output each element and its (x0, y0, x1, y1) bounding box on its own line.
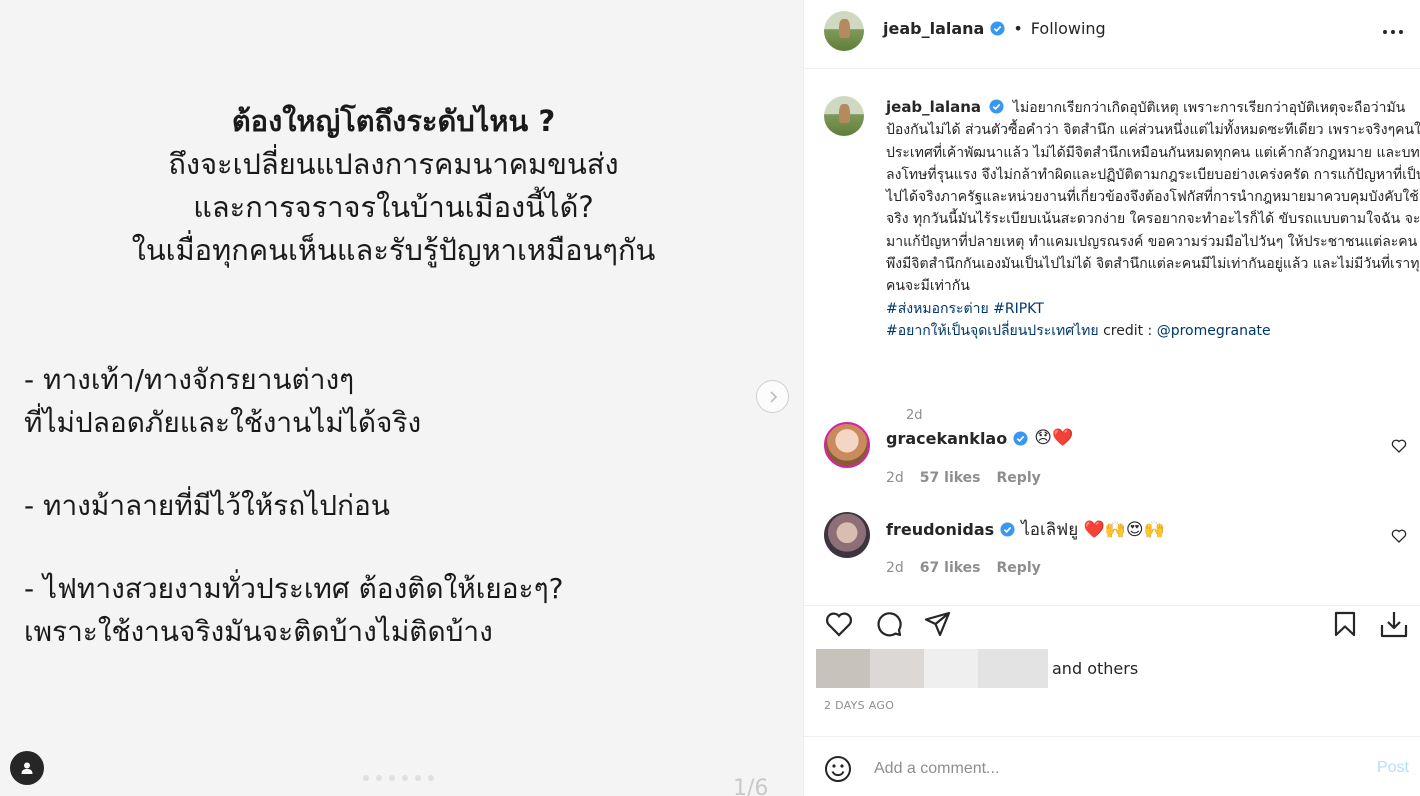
likes-others[interactable]: and others (1052, 659, 1138, 678)
comment-likes[interactable]: 67 likes (920, 560, 981, 576)
hashtag-link[interactable]: #ส่งหมอกระต่าย (886, 301, 989, 317)
avatar[interactable] (824, 422, 870, 468)
credit-mention-link[interactable]: @promegranate (1157, 323, 1271, 339)
chevron-right-icon (769, 390, 777, 403)
header-user: jeab_lalana • Following (883, 19, 1106, 38)
slide-title-line: ถึงจะเปลี่ยนแปลงการคมนาคมขนส่ง (168, 147, 619, 181)
emoji-icon[interactable] (824, 755, 852, 783)
comment-likes[interactable]: 57 likes (920, 470, 981, 486)
slide-title-line: และการจราจรในบ้านเมืองนี้ได้? (193, 190, 594, 224)
share-icon[interactable] (923, 608, 953, 640)
comment-body: gracekanklao 😞❤️ (886, 428, 1073, 448)
liker-avatar[interactable] (816, 649, 870, 688)
slide-dot (376, 775, 382, 781)
post-button[interactable]: Post (1377, 759, 1409, 777)
comment-icon[interactable] (874, 608, 904, 640)
comment-username[interactable]: gracekanklao (886, 429, 1007, 448)
bullet-line: ที่ไม่ปลอดภัยและใช้งานไม่ได้จริง (24, 406, 422, 439)
comment-text: ไอเลิฟยู ❤️🙌😍🙌 (1021, 520, 1165, 540)
liker-avatar[interactable] (978, 649, 1048, 688)
bullet-line: - ไฟทางสวยงามทั่วประเทศ ต้องติดให้เยอะๆ? (24, 572, 564, 605)
caption-text-block: jeab_lalana ไม่อยากเรียกว่าเกิดอุบัติเหต… (886, 96, 1420, 342)
slide-bullet: - ทางม้าลายที่มีไว้ให้รถไปก่อน (24, 484, 764, 527)
comment-meta: 2d 57 likes Reply (886, 470, 1041, 486)
verified-badge-icon (1000, 522, 1015, 537)
comment-username[interactable]: freudonidas (886, 520, 994, 539)
comment-composer: Post (804, 736, 1420, 796)
caption-text: ไม่อยากเรียกว่าเกิดอุบัติเหตุ เพราะการเร… (886, 100, 1420, 295)
comment-time[interactable]: 2d (886, 470, 904, 486)
tagged-users-button[interactable] (10, 751, 44, 785)
slide-bullets: - ทางเท้า/ทางจักรยานต่างๆ ที่ไม่ปลอดภัยแ… (24, 358, 764, 693)
comment-time[interactable]: 2d (886, 560, 904, 576)
slide-dot (363, 775, 369, 781)
liker-avatar[interactable] (870, 649, 924, 688)
slide-bullet: - ทางเท้า/ทางจักรยานต่างๆ ที่ไม่ปลอดภัยแ… (24, 358, 764, 444)
following-button[interactable]: Following (1031, 19, 1106, 38)
avatar[interactable] (824, 11, 864, 51)
bullet-line: - ทางม้าลายที่มีไว้ให้รถไปก่อน (24, 489, 390, 522)
avatar[interactable] (824, 512, 870, 558)
heart-icon[interactable] (1391, 438, 1407, 454)
reply-button[interactable]: Reply (997, 470, 1041, 486)
hashtag-link[interactable]: #RIPKT (993, 301, 1044, 317)
slide-counter: 1/6 (733, 776, 769, 796)
caption-username[interactable]: jeab_lalana (886, 98, 981, 116)
post-timestamp[interactable]: 2 DAYS AGO (824, 699, 894, 712)
slide-dot (428, 775, 434, 781)
slide-title-line: ในเมื่อทุกคนเห็นและรับรู้ปัญหาเหมือนๆกัน (131, 233, 656, 267)
slide-title-bold: ต้องใหญ่โตถึงระดับไหน ? (231, 104, 556, 138)
liker-avatar[interactable] (924, 649, 978, 688)
comments-area[interactable]: jeab_lalana ไม่อยากเรียกว่าเกิดอุบัติเหต… (804, 70, 1420, 605)
verified-badge-icon (990, 21, 1005, 36)
comment-meta: 2d 67 likes Reply (886, 560, 1041, 576)
bullet-line: - ทางเท้า/ทางจักรยานต่างๆ (24, 363, 355, 396)
more-options-icon[interactable] (1381, 22, 1405, 42)
slide-dot (402, 775, 408, 781)
heart-icon[interactable] (1391, 528, 1407, 544)
comment-body: freudonidas ไอเลิฟยู ❤️🙌😍🙌 (886, 516, 1165, 543)
caption-time[interactable]: 2d (906, 408, 923, 423)
verified-badge-icon (1013, 430, 1028, 446)
post-actions: and others 2 DAYS AGO (804, 605, 1420, 725)
reply-button[interactable]: Reply (997, 560, 1041, 576)
credit-label: credit : (1103, 322, 1153, 339)
bullet-line: เพราะใช้งานจริงมันจะติดบ้างไม่ติดบ้าง (24, 615, 493, 648)
post-header: jeab_lalana • Following (804, 0, 1420, 69)
post-sidebar: jeab_lalana • Following jeab_lalana ไม่อ… (803, 0, 1420, 796)
slide-heading: ต้องใหญ่โตถึงระดับไหน ? ถึงจะเปลี่ยนแปลง… (0, 100, 787, 272)
save-icon[interactable] (1330, 608, 1360, 640)
comment-item: freudonidas ไอเลิฟยู ❤️🙌😍🙌 2d 67 likes R… (824, 512, 1409, 576)
post-media: ต้องใหญ่โตถึงระดับไหน ? ถึงจะเปลี่ยนแปลง… (0, 0, 803, 796)
slide-indicator (363, 775, 434, 781)
avatar[interactable] (824, 96, 864, 136)
hashtag-link[interactable]: #อยากให้เป็นจุดเปลี่ยนประเทศไทย (886, 323, 1099, 339)
comment-text: 😞❤️ (1034, 428, 1074, 448)
verified-badge-icon (989, 99, 1004, 114)
slide-bullet: - ไฟทางสวยงามทั่วประเทศ ต้องติดให้เยอะๆ?… (24, 567, 764, 653)
slide-dot (415, 775, 421, 781)
header-username[interactable]: jeab_lalana (883, 19, 984, 38)
next-slide-button[interactable] (756, 380, 789, 413)
comment-item: gracekanklao 😞❤️ 2d 57 likes Reply (824, 422, 1409, 486)
separator: • (1013, 19, 1023, 38)
user-icon (21, 762, 33, 774)
download-icon[interactable] (1379, 608, 1409, 640)
comment-input[interactable] (874, 755, 1344, 783)
like-icon[interactable] (824, 608, 854, 640)
slide-dot (389, 775, 395, 781)
liked-by[interactable]: and others (816, 649, 1138, 688)
